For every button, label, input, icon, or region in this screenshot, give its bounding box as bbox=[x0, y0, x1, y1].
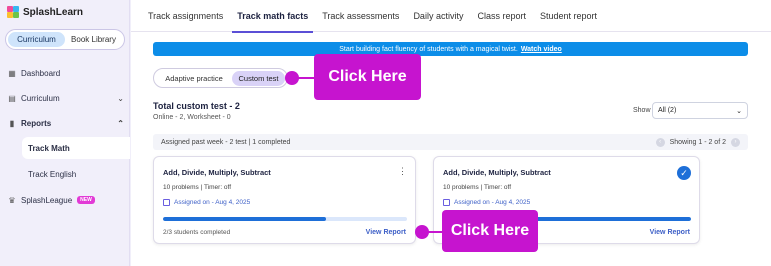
prev-page-icon[interactable]: ‹ bbox=[655, 137, 665, 147]
show-filter-value: All (2) bbox=[658, 107, 677, 114]
toggle-adaptive-practice[interactable]: Adaptive practice bbox=[156, 71, 232, 86]
new-badge: NEW bbox=[77, 196, 95, 204]
more-options-icon[interactable]: ⋮ bbox=[398, 166, 407, 177]
promo-banner: Start building fact fluency of students … bbox=[153, 42, 748, 56]
chevron-up-icon: ⌃ bbox=[117, 118, 124, 128]
toggle-book-library[interactable]: Book Library bbox=[65, 32, 122, 47]
show-label: Show bbox=[633, 107, 651, 114]
logo-text: SplashLearn bbox=[23, 6, 84, 18]
test-card[interactable]: Add, Divide, Multiply, Subtract ⋮ 10 pro… bbox=[153, 156, 416, 244]
sidebar-item-splashleague[interactable]: ♛ SplashLeague NEW bbox=[8, 193, 95, 207]
sidebar-item-label: Track English bbox=[28, 169, 77, 179]
assignment-summary-bar: Assigned past week - 2 test | 1 complete… bbox=[153, 134, 748, 150]
completed-check-icon: ✓ bbox=[677, 166, 691, 180]
assigned-summary-text: Assigned past week - 2 test | 1 complete… bbox=[161, 138, 291, 146]
total-custom-test-title: Total custom test - 2 bbox=[153, 101, 240, 111]
sidebar-item-track-math[interactable]: Track Math bbox=[22, 137, 130, 159]
main-content: Track assignments Track math facts Track… bbox=[131, 0, 771, 266]
completion-progress-bar bbox=[163, 217, 407, 221]
calendar-icon bbox=[443, 199, 450, 206]
chevron-down-icon: ⌄ bbox=[117, 93, 124, 103]
curriculum-icon: ▤ bbox=[8, 93, 16, 103]
sidebar-item-reports[interactable]: ▮ Reports ⌃ bbox=[8, 116, 124, 130]
showing-text: Showing 1 - 2 of 2 bbox=[669, 138, 726, 146]
assigned-date-text: Assigned on - Aug 4, 2025 bbox=[454, 199, 531, 206]
report-tabs: Track assignments Track math facts Track… bbox=[131, 0, 771, 33]
toggle-curriculum[interactable]: Curriculum bbox=[8, 32, 65, 47]
watch-video-link[interactable]: Watch video bbox=[521, 46, 562, 53]
show-filter-select[interactable]: All (2) ⌄ bbox=[652, 102, 748, 119]
tab-class-report[interactable]: Class report bbox=[470, 0, 533, 32]
click-here-callout: Click Here bbox=[442, 210, 538, 252]
card-meta: 10 problems | Timer: off bbox=[443, 184, 512, 191]
logo[interactable]: SplashLearn bbox=[7, 6, 83, 18]
callout-connector bbox=[427, 231, 443, 233]
card-assigned-date: Assigned on - Aug 4, 2025 bbox=[163, 199, 250, 206]
completion-text: 2/3 students completed bbox=[163, 229, 231, 236]
sidebar-item-label: Curriculum bbox=[21, 93, 60, 103]
sidebar-item-label: Track Math bbox=[28, 143, 70, 153]
tab-student-report[interactable]: Student report bbox=[533, 0, 604, 32]
chevron-down-icon: ⌄ bbox=[736, 107, 742, 115]
dashboard-icon: ▦ bbox=[8, 68, 16, 78]
sidebar-item-label: Reports bbox=[21, 118, 52, 128]
sidebar-item-track-english[interactable]: Track English bbox=[22, 163, 130, 185]
tab-track-assignments[interactable]: Track assignments bbox=[141, 0, 230, 32]
card-title: Add, Divide, Multiply, Subtract bbox=[443, 168, 551, 177]
card-meta: 10 problems | Timer: off bbox=[163, 184, 232, 191]
banner-text: Start building fact fluency of students … bbox=[339, 45, 518, 53]
trophy-icon: ♛ bbox=[8, 195, 16, 205]
callout-connector bbox=[297, 77, 315, 79]
sidebar-item-label: Dashboard bbox=[21, 68, 61, 78]
sidebar-item-label: SplashLeague bbox=[21, 195, 73, 205]
next-page-icon[interactable]: › bbox=[731, 137, 740, 147]
library-toggle: Curriculum Book Library bbox=[5, 29, 125, 50]
card-assigned-date: Assigned on - Aug 4, 2025 bbox=[443, 199, 530, 206]
sidebar: SplashLearn Curriculum Book Library ▦ Da… bbox=[0, 0, 130, 266]
progress-fill bbox=[163, 217, 327, 221]
click-here-callout: Click Here bbox=[314, 54, 421, 100]
card-title: Add, Divide, Multiply, Subtract bbox=[163, 168, 271, 177]
toggle-custom-test[interactable]: Custom test bbox=[232, 70, 285, 86]
view-report-link[interactable]: View Report bbox=[650, 229, 690, 236]
test-breakdown: Online - 2, Worksheet - 0 bbox=[153, 114, 231, 121]
reports-icon: ▮ bbox=[9, 118, 15, 128]
tab-daily-activity[interactable]: Daily activity bbox=[406, 0, 470, 32]
sidebar-item-dashboard[interactable]: ▦ Dashboard bbox=[8, 66, 60, 80]
pagination: ‹ Showing 1 - 2 of 2 › bbox=[655, 137, 740, 147]
assigned-date-text: Assigned on - Aug 4, 2025 bbox=[174, 199, 251, 206]
calendar-icon bbox=[163, 199, 170, 206]
tab-track-assessments[interactable]: Track assessments bbox=[315, 0, 406, 32]
sidebar-item-curriculum[interactable]: ▤ Curriculum ⌄ bbox=[8, 91, 124, 105]
view-report-link[interactable]: View Report bbox=[366, 229, 406, 236]
practice-mode-toggle: Adaptive practice Custom test bbox=[153, 68, 288, 88]
splashlearn-logo-icon bbox=[7, 6, 19, 18]
tab-track-math-facts[interactable]: Track math facts bbox=[230, 0, 315, 33]
